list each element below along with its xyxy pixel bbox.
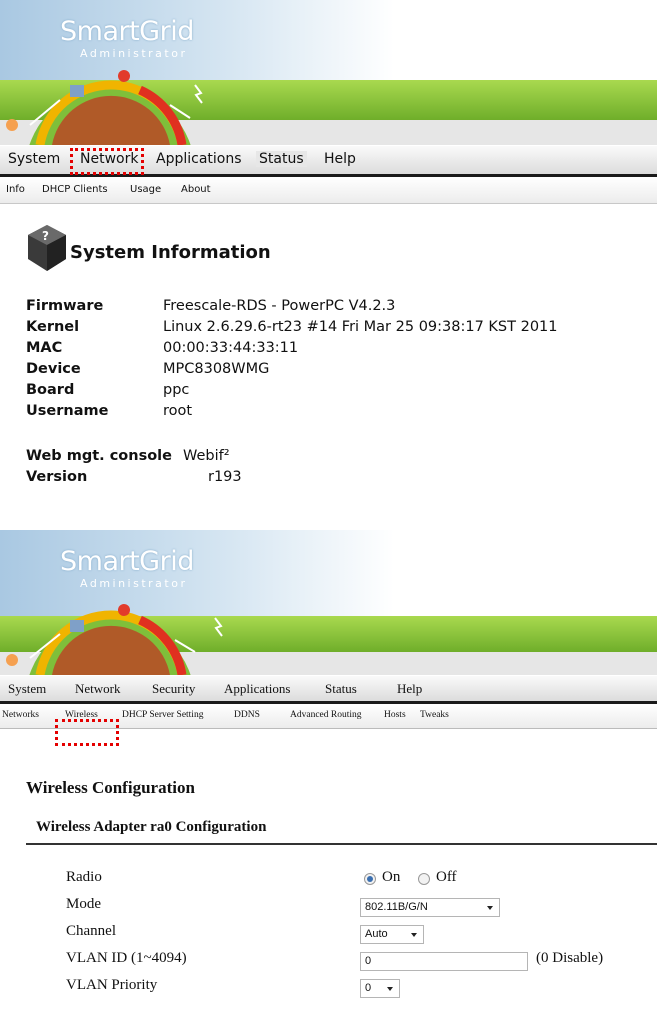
vlan-priority-value: 0	[365, 982, 372, 994]
submenu-info[interactable]: Info	[6, 184, 25, 195]
mac-label: MAC	[26, 340, 63, 356]
submenu-ddns[interactable]: DDNS	[234, 710, 260, 720]
channel-label: Channel	[66, 923, 116, 939]
logo-subtitle: Administrator	[80, 577, 188, 590]
username-value: root	[163, 403, 193, 419]
menu-status[interactable]: Status	[256, 151, 307, 167]
svg-text:?: ?	[42, 229, 49, 243]
kernel-label: Kernel	[26, 319, 80, 335]
chevron-down-icon	[387, 987, 393, 991]
channel-select[interactable]: Auto	[360, 925, 424, 944]
page-title: System Information	[70, 242, 271, 263]
menu-security[interactable]: Security	[152, 681, 195, 697]
radio-label: Radio	[66, 869, 102, 885]
menu-status[interactable]: Status	[325, 681, 357, 697]
web-console-label: Web mgt. console	[26, 448, 172, 464]
mac-value: 00:00:33:44:33:11	[163, 340, 299, 356]
header-banner: SmartGrid Administrator	[0, 530, 657, 675]
radio-off-button[interactable]	[418, 873, 430, 885]
mode-select-value: 802.11B/G/N	[365, 901, 428, 913]
wireless-highlight-box	[55, 719, 119, 746]
menu-help[interactable]: Help	[324, 151, 356, 167]
device-value: MPC8308WMG	[163, 361, 270, 377]
header-banner: SmartGrid Administrator	[0, 0, 657, 145]
mode-label: Mode	[66, 896, 101, 912]
submenu-tweaks[interactable]: Tweaks	[420, 710, 449, 720]
board-label: Board	[26, 382, 75, 398]
radio-on-label: On	[382, 869, 401, 885]
submenu-dhcp-server-setting[interactable]: DHCP Server Setting	[122, 710, 203, 720]
page-title: Wireless Configuration	[26, 778, 195, 797]
system-info-icon: ?	[28, 225, 66, 271]
submenu-advanced-routing[interactable]: Advanced Routing	[290, 710, 362, 720]
adapter-section-header: Wireless Adapter ra0 Configuration	[26, 817, 657, 845]
menu-applications[interactable]: Applications	[156, 151, 242, 167]
system-info-screenshot: SmartGrid Administrator System Network A…	[0, 0, 657, 520]
firmware-label: Firmware	[26, 298, 104, 314]
submenu-about[interactable]: About	[181, 184, 211, 195]
vlan-id-note: (0 Disable)	[536, 950, 604, 966]
sub-menu: Info DHCP Clients Usage About	[0, 177, 657, 204]
username-label: Username	[26, 403, 109, 419]
web-console-value: Webif²	[183, 448, 230, 464]
firmware-value: Freescale-RDS - PowerPC V4.2.3	[163, 298, 396, 314]
menu-help[interactable]: Help	[397, 681, 422, 697]
radio-off-label: Off	[436, 869, 457, 885]
chevron-down-icon	[487, 906, 493, 910]
chevron-down-icon	[411, 933, 417, 937]
menu-system[interactable]: System	[8, 681, 46, 697]
submenu-usage[interactable]: Usage	[130, 184, 161, 195]
device-label: Device	[26, 361, 81, 377]
version-label: Version	[26, 469, 88, 485]
submenu-networks[interactable]: Networks	[2, 710, 39, 720]
version-value: r193	[208, 469, 242, 485]
logo-subtitle: Administrator	[80, 47, 188, 60]
kernel-value: Linux 2.6.29.6-rt23 #14 Fri Mar 25 09:38…	[163, 319, 558, 335]
adapter-heading: Wireless Adapter ra0 Configuration	[36, 819, 267, 835]
network-highlight-box	[70, 148, 144, 175]
logo-title: SmartGrid	[60, 16, 194, 47]
menu-system[interactable]: System	[8, 151, 60, 167]
submenu-hosts[interactable]: Hosts	[384, 710, 406, 720]
vlan-id-label: VLAN ID (1~4094)	[66, 950, 187, 966]
main-menu: System Network Security Applications Sta…	[0, 676, 657, 704]
mode-select[interactable]: 802.11B/G/N	[360, 898, 500, 917]
board-value: ppc	[163, 382, 190, 398]
menu-applications[interactable]: Applications	[224, 681, 290, 697]
vlan-id-input[interactable]: 0	[360, 952, 528, 971]
vlan-priority-select[interactable]: 0	[360, 979, 400, 998]
menu-network[interactable]: Network	[75, 681, 121, 697]
submenu-dhcp-clients[interactable]: DHCP Clients	[42, 184, 108, 195]
wireless-config-screenshot: SmartGrid Administrator System Network S…	[0, 530, 657, 1029]
vlan-priority-label: VLAN Priority	[66, 977, 158, 993]
radio-on-button[interactable]	[364, 873, 376, 885]
logo-title: SmartGrid	[60, 546, 194, 577]
channel-select-value: Auto	[365, 928, 388, 940]
